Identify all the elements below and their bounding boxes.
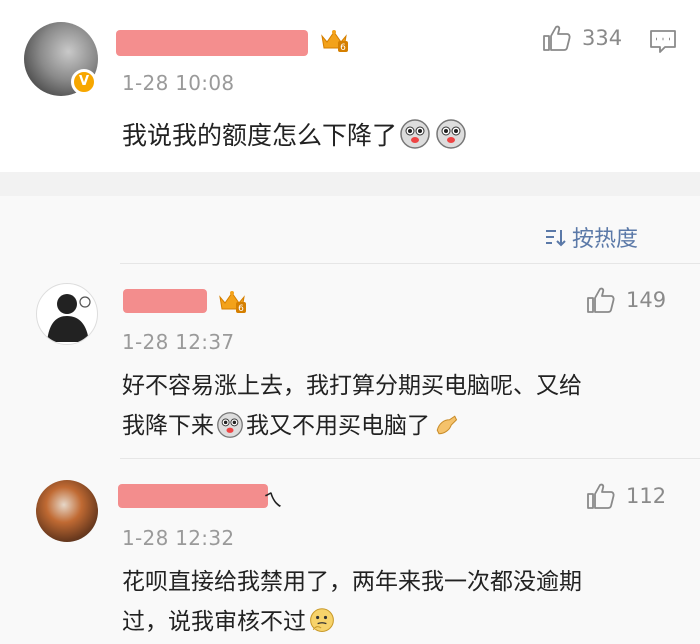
comment-text: 花呗直接给我禁用了，两年来我一次都没逾期 过，说我审核不过	[122, 562, 582, 642]
crown-badge-icon: 6	[219, 291, 246, 314]
svg-text:6: 6	[238, 304, 244, 314]
username-tail: ㄟ	[263, 488, 283, 512]
avatar[interactable]	[36, 480, 98, 542]
crown-badge-icon: 6	[321, 30, 348, 53]
avatar[interactable]	[36, 283, 98, 345]
doge-emoji	[436, 119, 466, 149]
svg-text:6: 6	[340, 43, 346, 53]
comment-time: 1-28 12:37	[122, 330, 235, 354]
redacted-username[interactable]	[118, 484, 268, 508]
comment-icon[interactable]	[648, 28, 678, 54]
doge-emoji	[400, 119, 430, 149]
thumbs-up-icon	[587, 287, 615, 313]
comment-text-line: 我降下来 我又不用买电脑了	[122, 406, 582, 446]
post-text: 我说我的额度怎么下降了	[122, 116, 469, 156]
redacted-username[interactable]	[123, 289, 207, 313]
like-button[interactable]: 334	[542, 24, 622, 52]
comment-time: 1-28 12:32	[122, 526, 235, 550]
sort-icon	[546, 230, 566, 247]
thumbs-up-icon	[587, 483, 615, 509]
divider	[120, 263, 700, 264]
like-count: 112	[626, 484, 667, 508]
sort-label: 按热度	[572, 227, 639, 252]
comment-text-line: 好不容易涨上去，我打算分期买电脑呢、又给	[122, 373, 582, 399]
comment-text-line: 过，说我审核不过	[122, 602, 582, 642]
sort-by-hot-button[interactable]: 按热度	[544, 221, 638, 253]
doge-emoji	[217, 412, 243, 438]
like-count: 149	[626, 288, 667, 312]
thumbs-up-icon	[543, 25, 571, 51]
comment-text: 好不容易涨上去，我打算分期买电脑呢、又给 我降下来 我又不用买电脑了	[122, 366, 582, 446]
like-button[interactable]: 149	[586, 286, 666, 314]
divider	[120, 458, 700, 459]
comment-text-line: 花呗直接给我禁用了，两年来我一次都没逾期	[122, 569, 582, 595]
thinking-emoji	[310, 608, 334, 633]
redacted-username[interactable]	[116, 30, 308, 56]
verified-badge: V	[71, 69, 97, 95]
ok-hand-emoji	[436, 415, 458, 435]
post-time: 1-28 10:08	[122, 71, 235, 95]
like-count: 334	[582, 26, 623, 50]
like-button[interactable]: 112	[586, 482, 666, 510]
main-post: V 6 1-28 10:08 我说我的额度怎么下降了 334	[0, 0, 700, 172]
section-divider	[0, 172, 700, 196]
